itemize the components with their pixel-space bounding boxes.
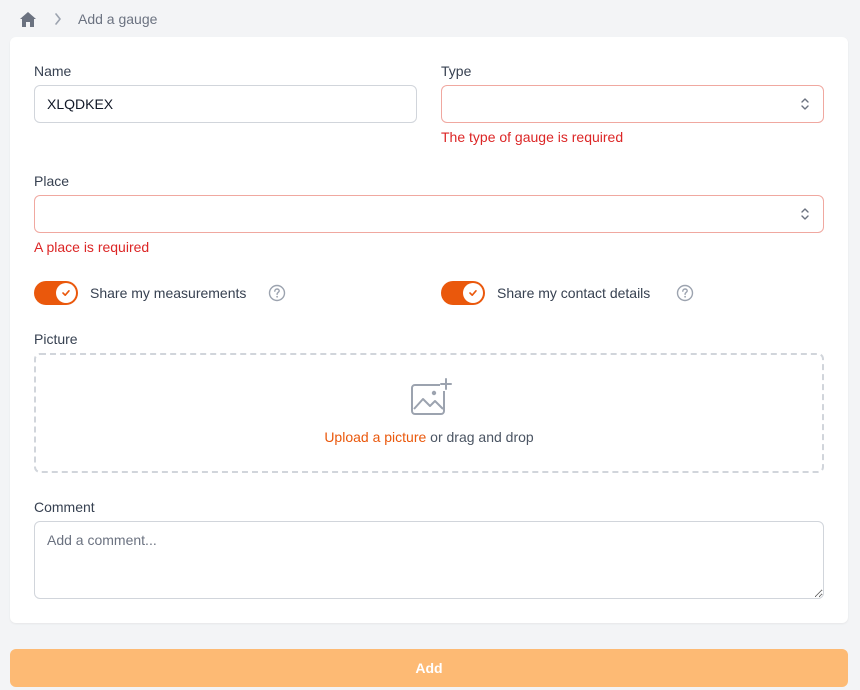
type-select[interactable] <box>441 85 824 123</box>
place-label: Place <box>34 173 70 189</box>
place-select[interactable] <box>34 195 824 233</box>
name-label: Name <box>34 63 72 79</box>
share-contact-label: Share my contact details <box>497 285 651 301</box>
home-icon[interactable] <box>18 9 38 29</box>
drag-drop-text: or drag and drop <box>426 429 534 445</box>
check-icon <box>463 283 483 303</box>
name-input[interactable]: XLQDKEX <box>34 85 417 123</box>
type-label: Type <box>441 63 472 79</box>
name-input-value: XLQDKEX <box>47 96 114 112</box>
question-circle-icon[interactable] <box>676 284 694 302</box>
check-icon <box>56 283 76 303</box>
question-circle-icon[interactable] <box>268 284 286 302</box>
share-contact-toggle[interactable] <box>441 281 485 305</box>
chevron-right-icon <box>52 13 64 25</box>
place-error: A place is required <box>34 239 150 255</box>
breadcrumb-current: Add a gauge <box>78 11 158 27</box>
picture-label: Picture <box>34 331 78 347</box>
comment-label: Comment <box>34 499 95 515</box>
breadcrumb: Add a gauge <box>18 8 157 30</box>
gauge-form-card: Name XLQDKEX Type The type of gauge is r… <box>10 37 848 623</box>
share-measurements-label: Share my measurements <box>90 285 247 301</box>
type-error: The type of gauge is required <box>441 129 624 145</box>
add-button[interactable]: Add <box>10 649 848 687</box>
upload-picture-link[interactable]: Upload a picture <box>324 429 426 445</box>
dropzone-text: Upload a picture or drag and drop <box>36 429 822 445</box>
select-arrows-icon <box>801 98 809 110</box>
comment-textarea[interactable] <box>34 521 824 599</box>
image-add-icon <box>411 378 452 415</box>
share-measurements-toggle[interactable] <box>34 281 78 305</box>
picture-dropzone[interactable]: Upload a picture or drag and drop <box>34 353 824 473</box>
select-arrows-icon <box>801 208 809 220</box>
